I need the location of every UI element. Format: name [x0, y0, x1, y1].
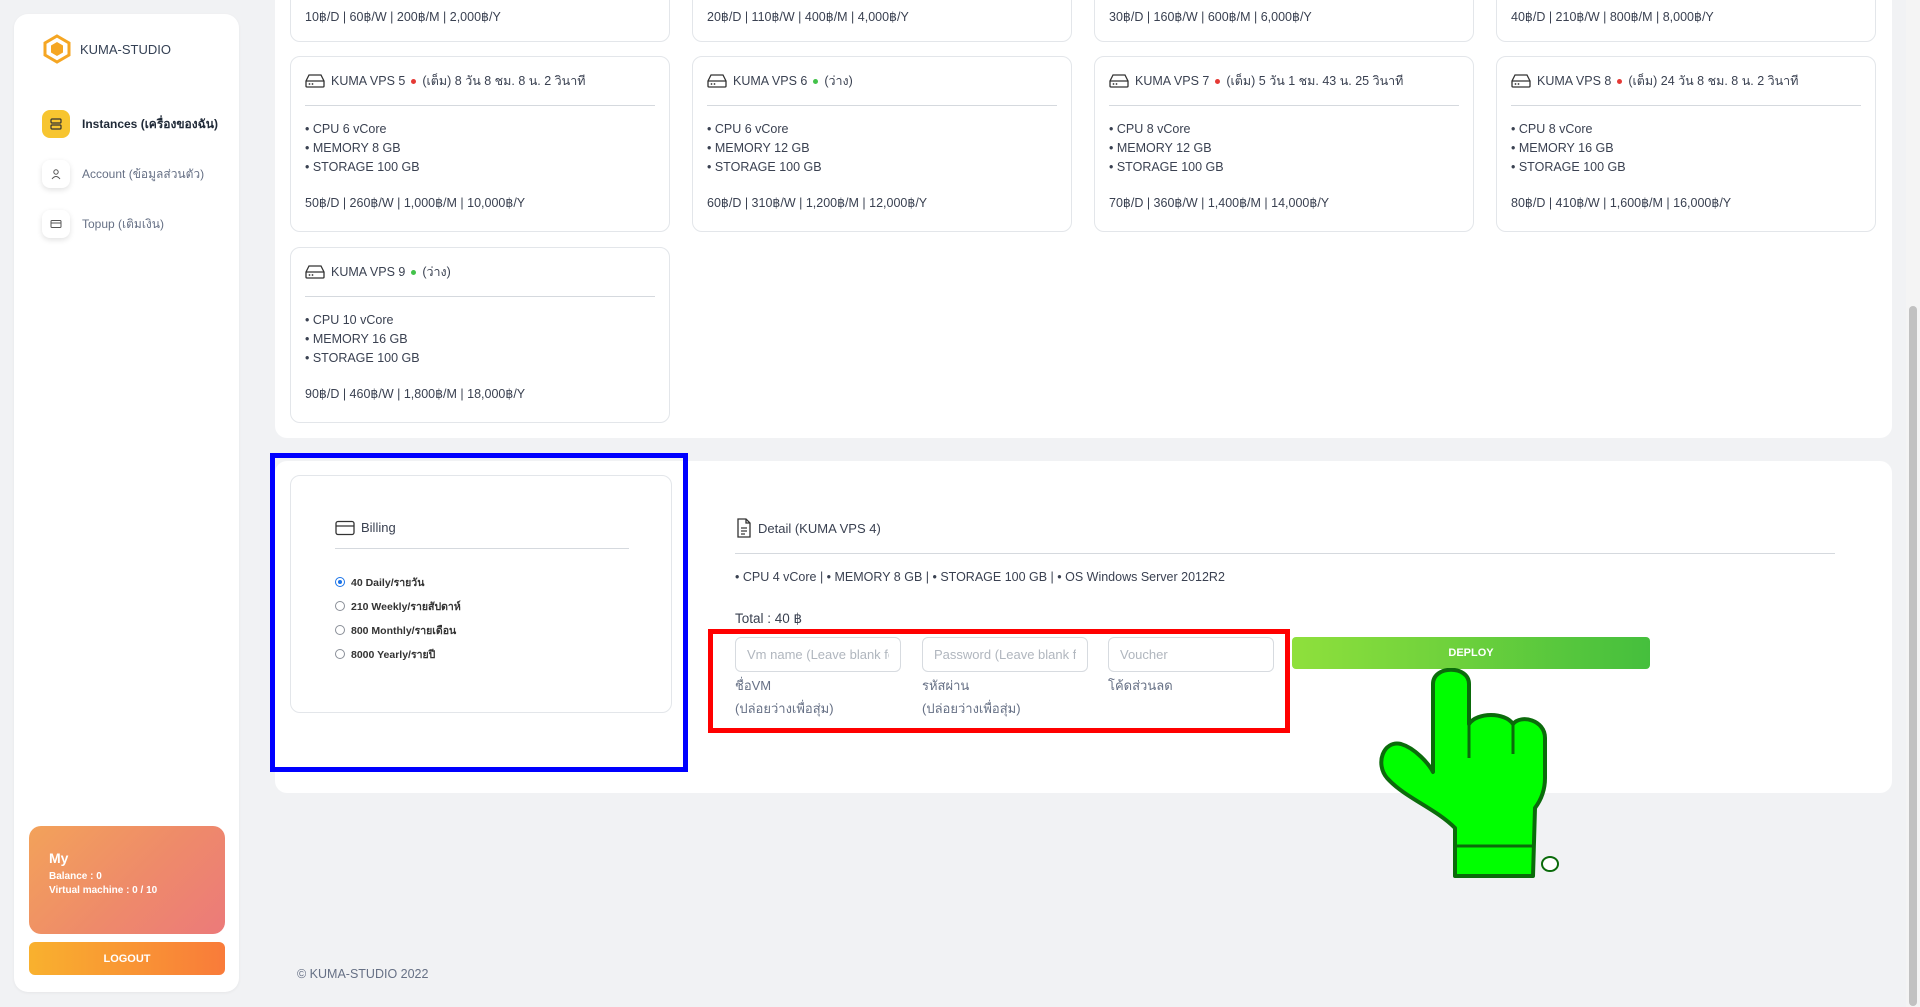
vps-price: 60฿/D | 310฿/W | 1,200฿/M | 12,000฿/Y: [707, 196, 928, 210]
vps-price: 20฿/D | 110฿/W | 400฿/M | 4,000฿/Y: [707, 10, 909, 24]
vps-price: 80฿/D | 410฿/W | 1,600฿/M | 16,000฿/Y: [1511, 196, 1732, 210]
vps-header: KUMA VPS 6 (ว่าง): [707, 57, 1057, 106]
vps-card-partial-4[interactable]: 40฿/D | 210฿/W | 800฿/M | 8,000฿/Y: [1496, 0, 1876, 42]
hard-drive-icon: [1109, 74, 1129, 88]
vps-price: 40฿/D | 210฿/W | 800฿/M | 8,000฿/Y: [1511, 10, 1714, 24]
sidebar-item-topup[interactable]: Topup (เติมเงิน): [42, 209, 232, 239]
hard-drive-icon: [305, 265, 325, 279]
vps-memory: • MEMORY 12 GB: [707, 141, 810, 155]
vps-memory: • MEMORY 16 GB: [1511, 141, 1614, 155]
vps-cpu: • CPU 6 vCore: [707, 122, 789, 136]
vps-name: KUMA VPS 5: [331, 74, 406, 88]
brand-name: KUMA-STUDIO: [80, 41, 171, 57]
vps-storage: • STORAGE 100 GB: [1109, 160, 1224, 174]
detail-title: Detail (KUMA VPS 4): [758, 520, 881, 536]
vps-memory: • MEMORY 12 GB: [1109, 141, 1212, 155]
vps-header: KUMA VPS 5 (เต็ม) 8 วัน 8 ชม. 8 น. 2 วิน…: [305, 57, 655, 106]
user-vm-count: Virtual machine : 0 / 10: [49, 885, 158, 896]
vps-header: KUMA VPS 8 (เต็ม) 24 วัน 8 ชม. 8 น. 2 วิ…: [1511, 57, 1861, 106]
card-icon: [42, 210, 70, 238]
status-dot-available: [411, 269, 417, 275]
vps-card-7[interactable]: KUMA VPS 7 (เต็ม) 5 วัน 1 ชม. 43 น. 25 ว…: [1094, 56, 1474, 232]
hard-drive-icon: [305, 74, 325, 88]
hard-drive-icon: [1511, 74, 1531, 88]
user-icon: [42, 160, 70, 188]
form-highlight-frame: [708, 629, 1290, 733]
sidebar-item-label: Instances (เครื่องของฉัน): [82, 116, 218, 131]
sidebar-nav: Instances (เครื่องของฉัน) Account (ข้อมู…: [42, 109, 232, 259]
total-price: Total : 40 ฿: [735, 611, 803, 626]
brand[interactable]: KUMA-STUDIO: [42, 34, 171, 64]
vps-card-partial-2[interactable]: 20฿/D | 110฿/W | 400฿/M | 4,000฿/Y: [692, 0, 1072, 42]
scrollbar-track[interactable]: [1906, 0, 1920, 1007]
vps-cpu: • CPU 8 vCore: [1109, 122, 1191, 136]
sidebar-item-label: Topup (เติมเงิน): [82, 216, 164, 231]
vps-cpu: • CPU 10 vCore: [305, 313, 394, 327]
user-card: My Balance : 0 Virtual machine : 0 / 10: [29, 826, 225, 934]
vps-cpu: • CPU 6 vCore: [305, 122, 387, 136]
status-dot-busy: [411, 78, 417, 84]
scrollbar-thumb[interactable]: [1909, 306, 1917, 1006]
user-balance: Balance : 0: [49, 871, 102, 882]
vps-card-partial-3[interactable]: 30฿/D | 160฿/W | 600฿/M | 6,000฿/Y: [1094, 0, 1474, 42]
vps-price: 90฿/D | 460฿/W | 1,800฿/M | 18,000฿/Y: [305, 387, 526, 401]
vps-name: KUMA VPS 9: [331, 265, 406, 279]
status-dot-available: [813, 78, 819, 84]
user-name: My: [49, 850, 69, 866]
vps-memory: • MEMORY 16 GB: [305, 332, 408, 346]
hard-drive-icon: [707, 74, 727, 88]
logout-button[interactable]: LOGOUT: [29, 942, 225, 975]
deploy-button[interactable]: DEPLOY: [1292, 637, 1650, 669]
vps-name: KUMA VPS 7: [1135, 74, 1210, 88]
vps-card-6[interactable]: KUMA VPS 6 (ว่าง) • CPU 6 vCore • MEMORY…: [692, 56, 1072, 232]
status-dot-busy: [1215, 78, 1221, 84]
billing-highlight-frame: [270, 453, 688, 772]
vps-storage: • STORAGE 100 GB: [1511, 160, 1626, 174]
vps-name: KUMA VPS 8: [1537, 74, 1612, 88]
vps-status: (ว่าง): [824, 74, 853, 88]
vps-card-partial-1[interactable]: 10฿/D | 60฿/W | 200฿/M | 2,000฿/Y: [290, 0, 670, 42]
sidebar-item-account[interactable]: Account (ข้อมูลส่วนตัว): [42, 159, 232, 189]
divider: [735, 553, 1835, 554]
vps-price: 50฿/D | 260฿/W | 1,000฿/M | 10,000฿/Y: [305, 196, 526, 210]
vps-status: (เต็ม) 24 วัน 8 ชม. 8 น. 2 วินาที: [1628, 74, 1799, 88]
status-dot-busy: [1617, 78, 1623, 84]
vps-card-9[interactable]: KUMA VPS 9 (ว่าง) • CPU 10 vCore • MEMOR…: [290, 247, 670, 423]
detail-header: Detail (KUMA VPS 4): [736, 518, 881, 538]
vps-price: 10฿/D | 60฿/W | 200฿/M | 2,000฿/Y: [305, 10, 501, 24]
vps-storage: • STORAGE 100 GB: [305, 351, 420, 365]
sidebar-item-instances[interactable]: Instances (เครื่องของฉัน): [42, 109, 232, 139]
vps-storage: • STORAGE 100 GB: [305, 160, 420, 174]
vps-price: 30฿/D | 160฿/W | 600฿/M | 6,000฿/Y: [1109, 10, 1312, 24]
vps-price: 70฿/D | 360฿/W | 1,400฿/M | 14,000฿/Y: [1109, 196, 1330, 210]
vps-status: (เต็ม) 8 วัน 8 ชม. 8 น. 2 วินาที: [422, 74, 586, 88]
document-icon: [737, 518, 751, 538]
kuma-logo-icon: [43, 34, 71, 64]
vps-storage: • STORAGE 100 GB: [707, 160, 822, 174]
vps-card-8[interactable]: KUMA VPS 8 (เต็ม) 24 วัน 8 ชม. 8 น. 2 วิ…: [1496, 56, 1876, 232]
sidebar-item-label: Account (ข้อมูลส่วนตัว): [82, 166, 205, 181]
sidebar: KUMA-STUDIO Instances (เครื่องของฉัน) Ac…: [14, 14, 239, 992]
server-icon: [42, 110, 70, 138]
vps-status: (เต็ม) 5 วัน 1 ชม. 43 น. 25 วินาที: [1226, 74, 1404, 88]
vps-header: KUMA VPS 7 (เต็ม) 5 วัน 1 ชม. 43 น. 25 ว…: [1109, 57, 1459, 106]
pointing-hand-icon: [1379, 668, 1559, 878]
vps-cpu: • CPU 8 vCore: [1511, 122, 1593, 136]
vps-status: (ว่าง): [422, 265, 451, 279]
vps-name: KUMA VPS 6: [733, 74, 808, 88]
detail-specs: • CPU 4 vCore | • MEMORY 8 GB | • STORAG…: [735, 570, 1225, 584]
footer-copyright: © KUMA-STUDIO 2022: [297, 967, 429, 981]
vps-card-5[interactable]: KUMA VPS 5 (เต็ม) 8 วัน 8 ชม. 8 น. 2 วิน…: [290, 56, 670, 232]
vps-header: KUMA VPS 9 (ว่าง): [305, 248, 655, 297]
vps-memory: • MEMORY 8 GB: [305, 141, 401, 155]
